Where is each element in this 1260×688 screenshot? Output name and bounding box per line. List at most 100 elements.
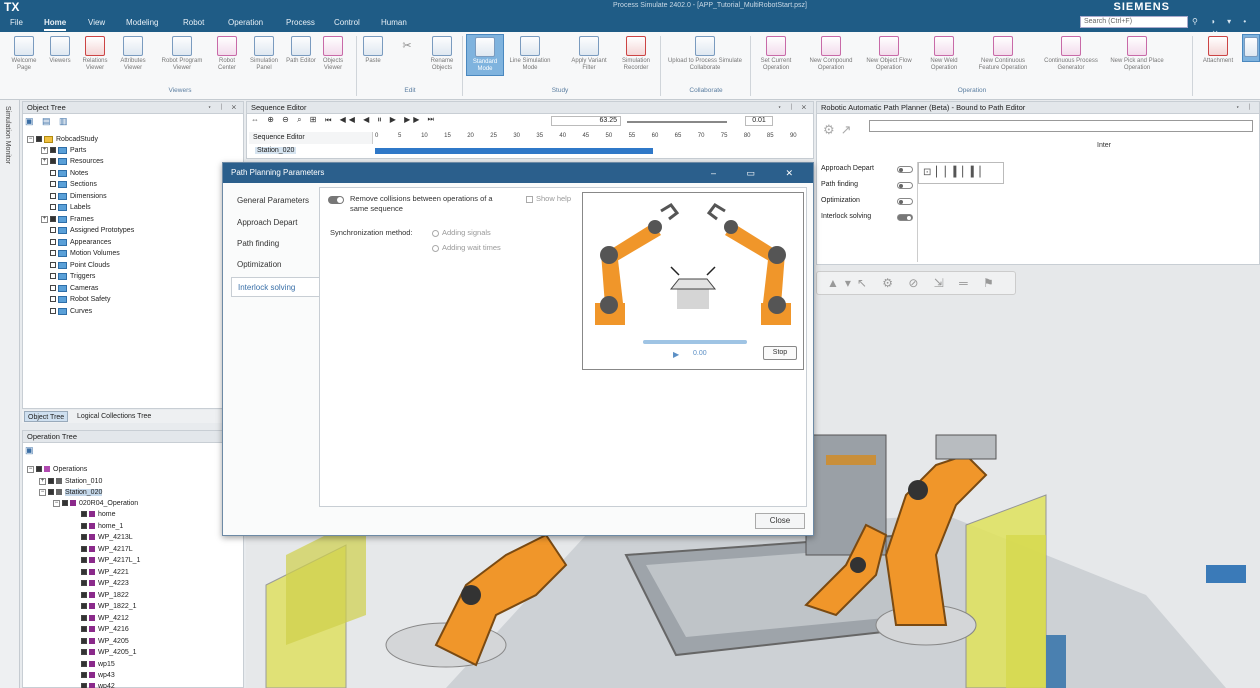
new-pick-place-button[interactable]: New Pick and Place Operation	[1104, 36, 1170, 72]
tree-node[interactable]: wp15	[81, 659, 115, 670]
path-editor-button[interactable]: Path Editor	[286, 36, 316, 65]
tree-node[interactable]: WP_4216	[81, 624, 129, 635]
tree-node-station[interactable]: + Station_010	[39, 476, 102, 487]
ribbon-overflow-button[interactable]	[1242, 34, 1260, 62]
gantt-bar[interactable]	[375, 148, 653, 154]
tree-node[interactable]: Labels	[50, 202, 91, 213]
nav-interlock-solving[interactable]: Interlock solving	[231, 277, 321, 297]
tree-node[interactable]: Sections	[50, 179, 97, 190]
tree-node[interactable]: WP_4217L	[81, 544, 133, 555]
nav-path-finding[interactable]: Path finding	[231, 234, 321, 254]
panel-controls[interactable]: ▾ ᛁ ✕	[778, 102, 810, 114]
tree-node[interactable]: Appearances	[50, 237, 111, 248]
menu-home[interactable]: Home	[44, 17, 67, 31]
tree-node[interactable]: + Frames	[41, 214, 94, 225]
robot-program-viewer-button[interactable]: Robot Program Viewer	[154, 36, 210, 72]
tree-node[interactable]: WP_4223	[81, 578, 129, 589]
nav-approach-depart[interactable]: Approach Depart	[231, 213, 321, 233]
viewer-toolbar[interactable]: ▲▾↖ ⚙ ⊘ ⇲ ═ ⚑	[816, 271, 1016, 295]
tree-node-root[interactable]: − RobcadStudy	[27, 134, 98, 145]
tab-object-tree[interactable]: Object Tree	[24, 411, 69, 422]
optimization-toggle[interactable]	[897, 198, 913, 205]
nav-optimization[interactable]: Optimization	[231, 255, 321, 275]
new-weld-operation-button[interactable]: New Weld Operation	[918, 36, 970, 72]
tree-node[interactable]: WP_1822	[81, 590, 129, 601]
welcome-page-button[interactable]: Welcome Page	[4, 36, 44, 72]
approach-depart-toggle[interactable]	[897, 166, 913, 173]
attachment-button[interactable]: Attachment	[1196, 36, 1240, 65]
menu-operation[interactable]: Operation	[228, 17, 263, 29]
simulation-monitor-strip[interactable]: Simulation Monitor	[0, 100, 20, 688]
radio-adding-wait-times[interactable]: Adding wait times	[432, 243, 501, 252]
window-controls[interactable]: ⚲ ◑ ▾ • ▭ ✕	[1192, 16, 1256, 38]
option-path-finding[interactable]: Path finding	[821, 180, 915, 190]
tree-node[interactable]: Motion Volumes	[50, 248, 120, 259]
set-current-operation-button[interactable]: Set Current Operation	[752, 36, 800, 72]
robot-center-button[interactable]: Robot Center	[212, 36, 242, 72]
panel-controls[interactable]: ▾ ᛁ	[1236, 102, 1255, 114]
rename-objects-button[interactable]: Rename Objects	[424, 36, 460, 72]
tree-node-station[interactable]: − Station_020	[39, 487, 103, 498]
simulation-panel-button[interactable]: Simulation Panel	[244, 36, 284, 72]
menu-process[interactable]: Process	[286, 17, 315, 29]
show-help-checkbox[interactable]: Show help	[526, 194, 571, 203]
menu-view[interactable]: View	[88, 17, 105, 29]
tree-node[interactable]: + Parts	[41, 145, 86, 156]
tree-node[interactable]: home	[81, 509, 116, 520]
option-interlock-solving[interactable]: Interlock solving	[821, 212, 915, 222]
new-object-flow-operation-button[interactable]: New Object Flow Operation	[862, 36, 916, 72]
tree-node-root[interactable]: − Operations	[27, 464, 87, 475]
apply-variant-filter-button[interactable]: Apply Variant Filter	[564, 36, 614, 72]
tree-node[interactable]: WP_4205	[81, 636, 129, 647]
time-slider[interactable]	[627, 121, 727, 123]
stop-button[interactable]: Stop	[763, 346, 797, 360]
radio-adding-signals[interactable]: Adding signals	[432, 228, 491, 237]
play-icon[interactable]: ▶	[673, 350, 679, 359]
tree-node[interactable]: WP_4212	[81, 613, 129, 624]
simulation-recorder-button[interactable]: Simulation Recorder	[614, 36, 658, 72]
remove-collisions-toggle[interactable]	[328, 196, 344, 204]
panel-controls[interactable]: ▾ ᛁ ✕	[208, 102, 240, 114]
menu-human[interactable]: Human	[381, 17, 407, 29]
option-optimization[interactable]: Optimization	[821, 196, 915, 206]
line-simulation-mode-button[interactable]: Line Simulation Mode	[506, 36, 554, 72]
tree-node[interactable]: Assigned Prototypes	[50, 225, 134, 236]
tree-node[interactable]: Notes	[50, 168, 88, 179]
new-compound-operation-button[interactable]: New Compound Operation	[800, 36, 862, 72]
menu-file[interactable]: File	[10, 17, 23, 29]
tree-node[interactable]: Cameras	[50, 283, 98, 294]
grid-toolbar[interactable]: ⊡ ▏▏▍▏▍▏	[918, 162, 1004, 184]
new-continuous-feature-button[interactable]: New Continuous Feature Operation	[970, 36, 1036, 72]
standard-mode-button[interactable]: Standard Mode	[466, 34, 504, 76]
operation-tree-toolbar[interactable]: ▣	[25, 445, 37, 457]
tree-node[interactable]: Point Clouds	[50, 260, 110, 271]
path-finding-toggle[interactable]	[897, 182, 913, 189]
tree-node[interactable]: Robot Safety	[50, 294, 110, 305]
objects-viewer-button[interactable]: Objects Viewer	[316, 36, 350, 72]
continuous-process-generator-button[interactable]: Continuous Process Generator	[1038, 36, 1104, 72]
tab-logical-collections[interactable]: Logical Collections Tree	[74, 411, 154, 422]
tree-node[interactable]: Curves	[50, 306, 92, 317]
tree-node[interactable]: wp43	[81, 670, 115, 681]
sequence-toolbar[interactable]: ⇔ ⊕ ⊖ ⌕ ⊞ ⏮ ◀◀ ◀ ⏸ ▶ ▶▶ ⏭	[251, 115, 437, 127]
tree-node[interactable]: Dimensions	[50, 191, 107, 202]
sequence-row[interactable]: Station_020	[249, 145, 373, 157]
tree-node[interactable]: WP_1822_1	[81, 601, 137, 612]
attributes-viewer-button[interactable]: Attributes Viewer	[114, 36, 152, 72]
dialog-window-controls[interactable]: – ▭ ✕	[711, 163, 807, 183]
tree-node[interactable]: Triggers	[50, 271, 95, 282]
viewers-button[interactable]: Viewers	[44, 36, 76, 65]
interlock-solving-toggle[interactable]	[897, 214, 913, 221]
menu-modeling[interactable]: Modeling	[126, 17, 158, 29]
edit-tools-button[interactable]: ✂	[392, 36, 422, 58]
paste-button[interactable]: Paste	[360, 36, 386, 65]
tree-node[interactable]: WP_4221	[81, 567, 129, 578]
tree-node[interactable]: home_1	[81, 521, 123, 532]
menu-control[interactable]: Control	[334, 17, 360, 29]
nav-general-parameters[interactable]: General Parameters	[231, 191, 321, 211]
relations-viewer-button[interactable]: Relations Viewer	[78, 36, 112, 72]
close-button[interactable]: Close	[755, 513, 805, 529]
object-tree-toolbar[interactable]: ▣ ▤ ▥	[25, 116, 71, 128]
tree-node[interactable]: WP_4205_1	[81, 647, 137, 658]
speed-field[interactable]: 0.01	[745, 116, 773, 126]
